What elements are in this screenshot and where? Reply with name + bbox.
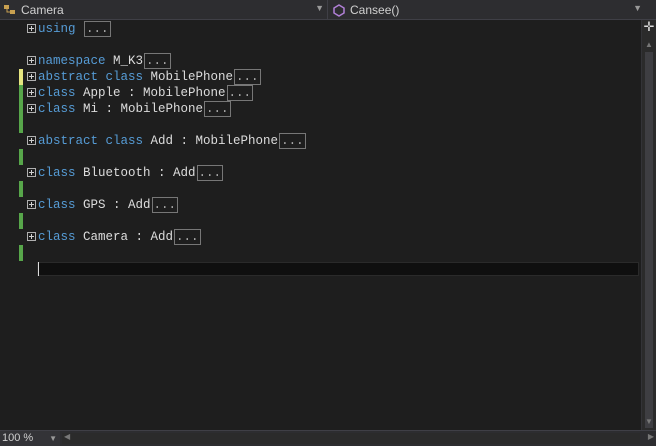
code-text: Apple : MobilePhone bbox=[75, 86, 226, 100]
type-dropdown[interactable]: Camera ▼ bbox=[0, 0, 328, 19]
keyword: namespace bbox=[38, 54, 106, 68]
editor-bottom-bar: 100 % ▼ ◀ ▶ bbox=[0, 430, 656, 446]
code-line: namespace M_K3... bbox=[0, 53, 171, 85]
collapsed-region[interactable]: ... bbox=[84, 21, 111, 37]
scroll-down-icon[interactable]: ▼ bbox=[645, 417, 653, 426]
code-line: abstract class MobilePhone... bbox=[0, 69, 261, 101]
code-line: class Mi : MobilePhone... bbox=[0, 101, 231, 133]
change-mark-saved bbox=[19, 117, 23, 133]
current-line-highlight bbox=[37, 262, 639, 276]
change-mark-saved bbox=[19, 245, 23, 261]
code-text: MobilePhone bbox=[143, 70, 234, 84]
collapsed-region[interactable]: ... bbox=[204, 101, 231, 117]
expand-icon[interactable] bbox=[27, 72, 36, 81]
type-dropdown-label: Camera bbox=[21, 2, 64, 17]
zoom-level: 100 % bbox=[2, 432, 34, 444]
scroll-left-icon[interactable]: ◀ bbox=[64, 432, 70, 441]
collapsed-region[interactable]: ... bbox=[151, 197, 179, 213]
keyword: abstract class bbox=[38, 134, 144, 148]
change-mark-saved bbox=[19, 181, 23, 197]
code-line: using ... bbox=[0, 21, 111, 37]
change-mark-saved bbox=[19, 213, 23, 229]
code-line: class GPS : Add... bbox=[0, 197, 179, 229]
chevron-down-icon: ▼ bbox=[633, 3, 642, 13]
text-caret bbox=[38, 262, 39, 276]
code-line: class Apple : MobilePhone... bbox=[0, 85, 254, 117]
expand-icon[interactable] bbox=[27, 232, 36, 241]
member-dropdown-label: Cansee() bbox=[350, 2, 400, 17]
collapsed-region[interactable]: ... bbox=[234, 69, 261, 85]
expand-icon[interactable] bbox=[27, 88, 36, 97]
code-line: abstract class Add : MobilePhone... bbox=[0, 133, 306, 165]
expand-icon[interactable] bbox=[27, 200, 36, 209]
expand-icon[interactable] bbox=[27, 136, 36, 145]
scrollbar-thumb[interactable] bbox=[645, 52, 653, 428]
keyword: using bbox=[38, 22, 76, 36]
split-handle-icon[interactable]: ✛ bbox=[642, 20, 656, 34]
collapsed-region[interactable]: ... bbox=[174, 229, 201, 245]
keyword: class bbox=[38, 230, 76, 244]
code-editor[interactable]: using ... namespace M_K3... abstract cla… bbox=[0, 20, 641, 430]
code-line: class Bluetooth : Add... bbox=[0, 165, 224, 197]
code-text: Camera : Add bbox=[75, 230, 174, 244]
keyword: class bbox=[38, 102, 76, 116]
code-text: GPS : Add bbox=[75, 198, 151, 212]
keyword: class bbox=[38, 166, 76, 180]
collapsed-region[interactable]: ... bbox=[279, 133, 306, 149]
class-icon bbox=[3, 3, 17, 17]
navigation-bar: Camera ▼ Cansee() ▼ bbox=[0, 0, 656, 20]
scroll-up-icon[interactable]: ▲ bbox=[645, 40, 653, 49]
keyword: class bbox=[38, 86, 76, 100]
code-text: Bluetooth : Add bbox=[75, 166, 196, 180]
expand-icon[interactable] bbox=[27, 56, 36, 65]
code-text: Mi : MobilePhone bbox=[75, 102, 204, 116]
chevron-down-icon: ▼ bbox=[49, 434, 57, 443]
collapsed-region[interactable]: ... bbox=[226, 85, 254, 101]
expand-icon[interactable] bbox=[27, 104, 36, 113]
code-text: Add : MobilePhone bbox=[143, 134, 279, 148]
method-icon bbox=[332, 3, 346, 17]
code-line: class Camera : Add... bbox=[0, 229, 201, 261]
code-text: M_K3 bbox=[105, 54, 144, 68]
vertical-scrollbar[interactable]: ✛ ▲ ▼ bbox=[641, 20, 656, 430]
expand-icon[interactable] bbox=[27, 168, 36, 177]
keyword: class bbox=[38, 198, 76, 212]
scroll-right-icon[interactable]: ▶ bbox=[648, 432, 654, 441]
chevron-down-icon: ▼ bbox=[315, 3, 324, 13]
horizontal-scrollbar[interactable]: ◀ ▶ bbox=[62, 432, 654, 444]
member-dropdown[interactable]: Cansee() ▼ bbox=[329, 0, 645, 19]
collapsed-region[interactable]: ... bbox=[196, 165, 224, 181]
keyword: abstract class bbox=[38, 70, 144, 84]
change-mark-saved bbox=[19, 149, 23, 165]
expand-icon[interactable] bbox=[27, 24, 36, 33]
zoom-dropdown[interactable]: 100 % ▼ bbox=[0, 431, 60, 446]
collapsed-region[interactable]: ... bbox=[144, 53, 171, 69]
